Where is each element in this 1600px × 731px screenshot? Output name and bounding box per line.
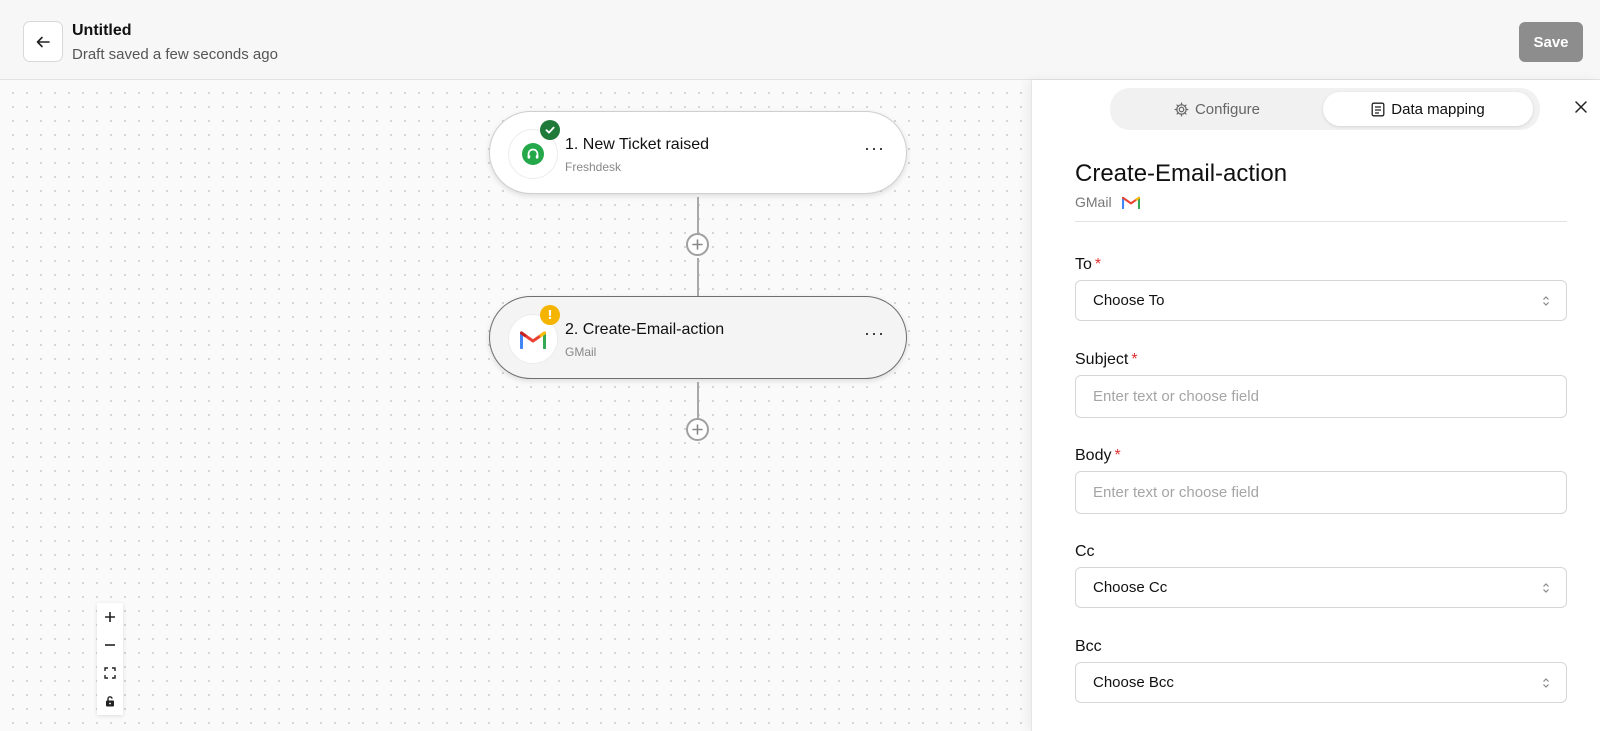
- bcc-label: Bcc: [1075, 638, 1102, 656]
- select-value: Choose Bcc: [1093, 674, 1174, 691]
- cc-label: Cc: [1075, 543, 1095, 561]
- arrow-left-icon: [36, 36, 50, 47]
- field-label-text: Cc: [1075, 543, 1095, 560]
- node-title: 1. New Ticket raised: [565, 136, 710, 153]
- required-marker: *: [1114, 447, 1121, 464]
- workflow-title[interactable]: Untitled: [72, 22, 278, 40]
- more-options-button[interactable]: ···: [864, 138, 885, 159]
- connector-line: [697, 258, 699, 296]
- chevron-up-down-icon: [1543, 678, 1549, 688]
- tab-data-mapping[interactable]: Data mapping: [1323, 92, 1533, 126]
- action-app-row: GMail: [1075, 194, 1140, 210]
- tab-configure[interactable]: Configure: [1114, 92, 1320, 126]
- gmail-icon: [520, 331, 546, 349]
- field-label-text: To: [1075, 256, 1092, 273]
- select-value: Choose Cc: [1093, 579, 1168, 596]
- title-block: Untitled Draft saved a few seconds ago: [72, 22, 278, 63]
- success-check-icon: [540, 120, 560, 140]
- document-icon: [1371, 102, 1385, 116]
- node-app-name: GMail: [565, 345, 597, 359]
- freshdesk-headset-icon: [522, 143, 544, 165]
- required-marker: *: [1131, 351, 1138, 368]
- select-value: Choose To: [1093, 292, 1165, 309]
- draft-status: Draft saved a few seconds ago: [72, 46, 278, 63]
- fit-view-button[interactable]: [97, 659, 123, 687]
- flow-node-action[interactable]: ! 2. Create-Email-action GMail ···: [489, 296, 907, 379]
- zoom-in-button[interactable]: [97, 603, 123, 631]
- gear-icon: [1174, 102, 1189, 116]
- add-step-button[interactable]: [686, 418, 709, 441]
- top-bar: Untitled Draft saved a few seconds ago S…: [0, 0, 1600, 80]
- connector-line: [697, 197, 699, 233]
- workflow-canvas[interactable]: 1. New Ticket raised Freshdesk ··· ! 2. …: [0, 80, 1031, 731]
- subject-label: Subject *: [1075, 351, 1138, 369]
- plus-icon: [105, 612, 115, 622]
- cc-select[interactable]: Choose Cc: [1075, 567, 1567, 608]
- to-select[interactable]: Choose To: [1075, 280, 1567, 321]
- node-title: 2. Create-Email-action: [565, 321, 725, 338]
- lock-icon: [106, 696, 114, 707]
- field-label-text: Subject: [1075, 351, 1129, 368]
- input-placeholder: Enter text or choose field: [1093, 484, 1259, 501]
- flow-node-trigger[interactable]: 1. New Ticket raised Freshdesk ···: [489, 111, 907, 194]
- connector-line: [697, 382, 699, 418]
- bcc-select[interactable]: Choose Bcc: [1075, 662, 1567, 703]
- canvas-controls: [97, 603, 123, 715]
- required-marker: *: [1094, 256, 1102, 273]
- body-input[interactable]: Enter text or choose field: [1075, 471, 1567, 514]
- minus-icon: [105, 644, 115, 646]
- panel-tabs: Configure Data mapping: [1110, 88, 1540, 130]
- tab-label: Configure: [1194, 100, 1261, 118]
- more-options-button[interactable]: ···: [864, 323, 885, 344]
- field-label-text: Body: [1075, 447, 1112, 464]
- chevron-up-down-icon: [1543, 583, 1549, 593]
- action-app-name: GMail: [1075, 194, 1112, 210]
- save-button[interactable]: Save: [1519, 22, 1583, 62]
- lock-button[interactable]: [97, 687, 123, 715]
- plus-icon: [692, 424, 703, 435]
- back-button[interactable]: [23, 21, 63, 62]
- input-placeholder: Enter text or choose field: [1093, 388, 1259, 405]
- zoom-out-button[interactable]: [97, 631, 123, 659]
- to-label: To *: [1075, 256, 1101, 274]
- body-label: Body *: [1075, 447, 1121, 465]
- chevron-up-down-icon: [1543, 296, 1549, 306]
- subject-input[interactable]: Enter text or choose field: [1075, 375, 1567, 418]
- plus-icon: [692, 239, 703, 250]
- action-title: Create-Email-action: [1075, 160, 1288, 187]
- divider: [1075, 221, 1567, 222]
- fit-view-icon: [104, 667, 116, 679]
- close-panel-button[interactable]: [1572, 98, 1590, 116]
- step-config-panel: Configure Data mapping Create-Email-acti…: [1031, 80, 1600, 731]
- field-label-text: Bcc: [1075, 638, 1102, 655]
- warning-icon: !: [540, 305, 560, 325]
- gmail-icon: [1121, 196, 1140, 209]
- tab-label: Data mapping: [1391, 100, 1485, 118]
- close-icon: [1575, 101, 1587, 113]
- node-app-name: Freshdesk: [565, 160, 622, 174]
- add-step-button[interactable]: [686, 233, 709, 256]
